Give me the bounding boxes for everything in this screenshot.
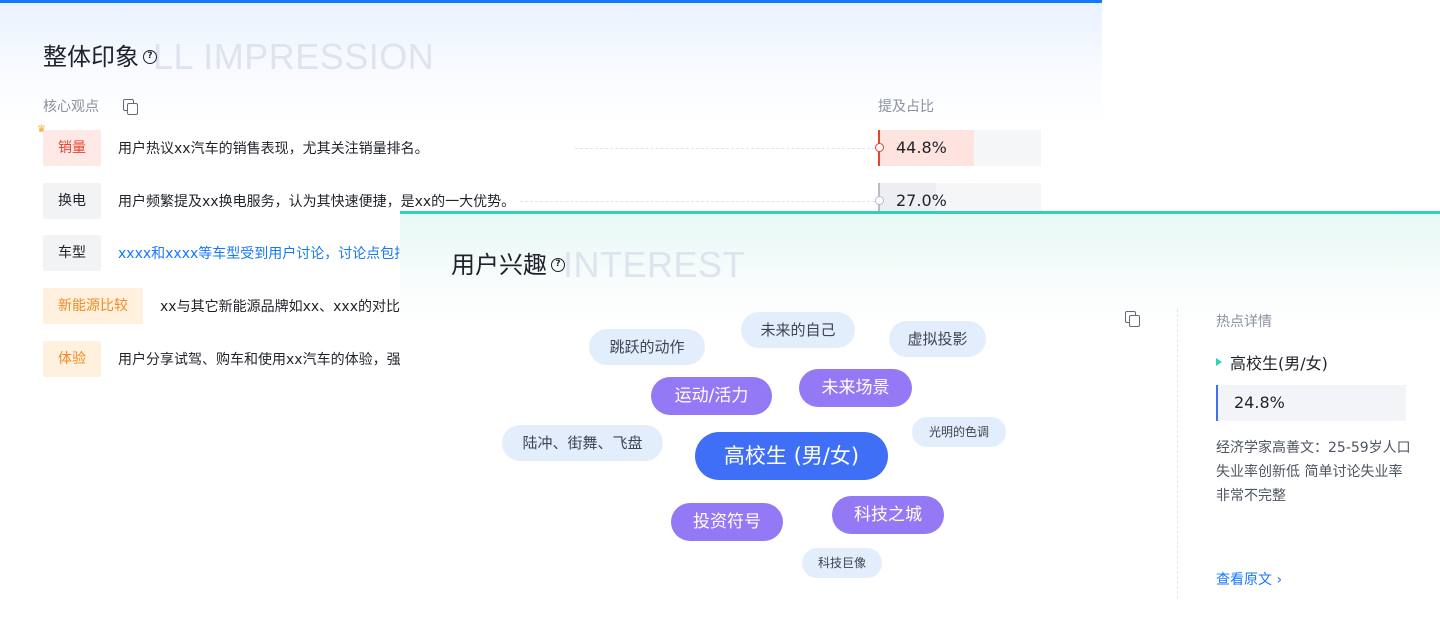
- hot-detail-description: 经济学家高善文：25-59岁人口失业率创新低 简单讨论失业率非常不完整: [1216, 440, 1411, 504]
- hot-share-value: 24.8%: [1234, 393, 1285, 412]
- overall-title-wrap: LL IMPRESSION 整体印象 ?: [43, 39, 434, 75]
- share-bar-knob: [875, 196, 884, 205]
- interest-bubble[interactable]: 运动/活力: [651, 377, 772, 415]
- hot-detail-selected-label: 高校生(男/女): [1230, 354, 1328, 373]
- interest-bubble[interactable]: 未来场景: [799, 369, 912, 407]
- hot-detail-selected: 高校生(男/女): [1216, 350, 1328, 374]
- panel-divider: [1177, 309, 1178, 599]
- share-bar-knob: [875, 143, 884, 152]
- caret-right-icon: [1216, 358, 1222, 366]
- interest-bubble[interactable]: 陆冲、街舞、飞盘: [502, 425, 663, 461]
- opinion-tag: 体验: [43, 341, 101, 377]
- interest-ghost-title: INTEREST: [563, 244, 746, 285]
- opinion-text: 用户热议xx汽车的销售表现，尤其关注销量排名。: [118, 141, 429, 157]
- opinion-row[interactable]: 销量 用户热议xx汽车的销售表现，尤其关注销量排名。: [43, 130, 429, 166]
- interest-title-text: 用户兴趣: [451, 251, 547, 279]
- stage: LL IMPRESSION 整体印象 ? 核心观点 提及占比 ♛ 销量 用户热议…: [0, 0, 1440, 622]
- view-original-link[interactable]: 查看原文 ›: [1216, 569, 1282, 589]
- leader-line: [575, 148, 875, 149]
- hot-share-bar: 24.8%: [1216, 385, 1406, 421]
- opinion-text: xx与其它新能源品牌如xx、xxx的对比: [160, 299, 400, 315]
- copy-icon[interactable]: [123, 99, 138, 115]
- interest-bubble[interactable]: 跳跃的动作: [589, 329, 705, 365]
- interest-bubble[interactable]: 投资符号: [671, 503, 783, 541]
- interest-title-wrap: INTEREST 用户兴趣 ?: [451, 247, 745, 283]
- leader-line: [520, 201, 875, 202]
- user-interest-card: INTEREST 用户兴趣 ? 跳跃的动作 未来的自己 虚拟投影 运动/活力 未…: [400, 211, 1440, 622]
- interest-bubble[interactable]: 未来的自己: [741, 312, 855, 348]
- opinion-text: 用户分享试驾、购车和使用xx汽车的体验，强: [118, 352, 401, 368]
- interest-bubble[interactable]: 科技巨像: [802, 548, 882, 578]
- help-icon[interactable]: ?: [551, 258, 565, 272]
- share-bar: 44.8%: [875, 130, 1041, 166]
- share-value: 44.8%: [896, 138, 947, 157]
- opinion-tag: 换电: [43, 183, 101, 219]
- opinion-tag: 车型: [43, 235, 101, 271]
- opinion-text-link[interactable]: xxxx和xxxx等车型受到用户讨论，讨论点包括: [118, 243, 408, 263]
- interest-bubble[interactable]: 虚拟投影: [889, 321, 986, 357]
- column-header-core: 核心观点: [43, 99, 99, 115]
- opinion-tag: 新能源比较: [43, 288, 143, 324]
- interest-bubble[interactable]: 光明的色调: [912, 417, 1006, 447]
- overall-ghost-title: LL IMPRESSION: [153, 36, 435, 77]
- opinion-tag: 销量: [43, 130, 101, 166]
- overall-title-text: 整体印象: [43, 43, 139, 71]
- opinion-row[interactable]: 车型 xxxx和xxxx等车型受到用户讨论，讨论点包括: [43, 235, 408, 271]
- copy-icon[interactable]: [1125, 311, 1140, 327]
- opinion-row[interactable]: 体验 用户分享试驾、购车和使用xx汽车的体验，强: [43, 341, 401, 377]
- opinion-row[interactable]: 新能源比较 xx与其它新能源品牌如xx、xxx的对比: [43, 288, 400, 324]
- overall-title: 整体印象 ?: [43, 39, 157, 75]
- interest-title: 用户兴趣 ?: [451, 247, 565, 283]
- interest-bubble[interactable]: 科技之城: [832, 496, 944, 534]
- interest-bubble-primary[interactable]: 高校生 (男/女): [695, 432, 888, 480]
- hot-detail-heading: 热点详情: [1216, 314, 1272, 330]
- help-icon[interactable]: ?: [143, 50, 157, 64]
- column-header-share: 提及占比: [878, 99, 934, 115]
- opinion-text: 用户频繁提及xx换电服务，认为其快速便捷，是xx的一大优势。: [118, 194, 516, 210]
